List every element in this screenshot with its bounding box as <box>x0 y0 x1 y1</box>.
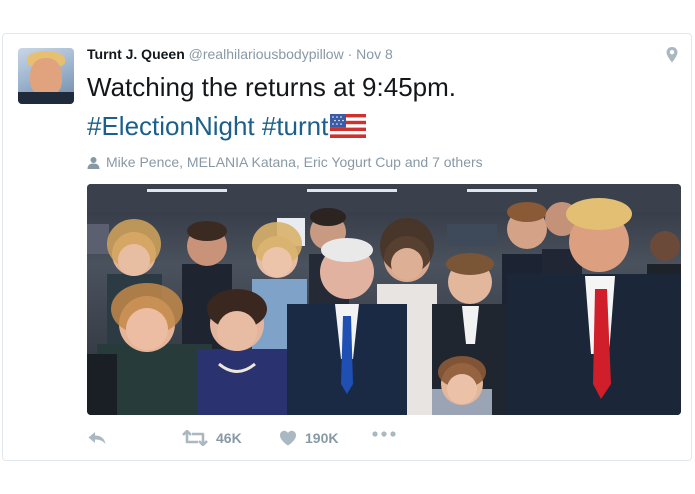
like-count: 190K <box>305 430 339 446</box>
map-pin-icon[interactable] <box>665 46 679 64</box>
tweet-date[interactable]: Nov 8 <box>356 46 393 62</box>
like-button[interactable]: 190K <box>279 430 338 446</box>
tweet-header: Turnt J. Queen @realhilariousbodypillow … <box>87 46 393 62</box>
tagged-people[interactable]: Mike Pence, MELANIA Katana, Eric Yogurt … <box>87 154 483 170</box>
tweet-card[interactable]: Turnt J. Queen @realhilariousbodypillow … <box>2 33 692 461</box>
hashtags[interactable]: #ElectionNight #turnt <box>87 111 328 141</box>
heart-icon <box>280 430 296 446</box>
avatar[interactable] <box>18 48 74 104</box>
retweet-button[interactable]: 46K <box>182 430 242 446</box>
more-icon <box>372 431 396 437</box>
display-name[interactable]: Turnt J. Queen <box>87 46 185 62</box>
separator: · <box>347 46 353 62</box>
us-flag-icon <box>330 114 367 138</box>
user-handle[interactable]: @realhilariousbodypillow <box>189 46 344 62</box>
reply-button[interactable] <box>87 430 107 446</box>
retweet-count: 46K <box>216 430 242 446</box>
person-icon <box>87 157 100 169</box>
hashtags-line: #ElectionNight #turnt <box>87 111 367 141</box>
tweet-photo[interactable] <box>87 184 681 415</box>
tagged-names[interactable]: Mike Pence, MELANIA Katana, Eric Yogurt … <box>106 154 483 170</box>
tweet-text: Watching the returns at 9:45pm. <box>87 72 457 102</box>
more-button[interactable] <box>372 430 396 438</box>
reply-icon <box>88 432 106 444</box>
retweet-icon <box>182 430 208 446</box>
